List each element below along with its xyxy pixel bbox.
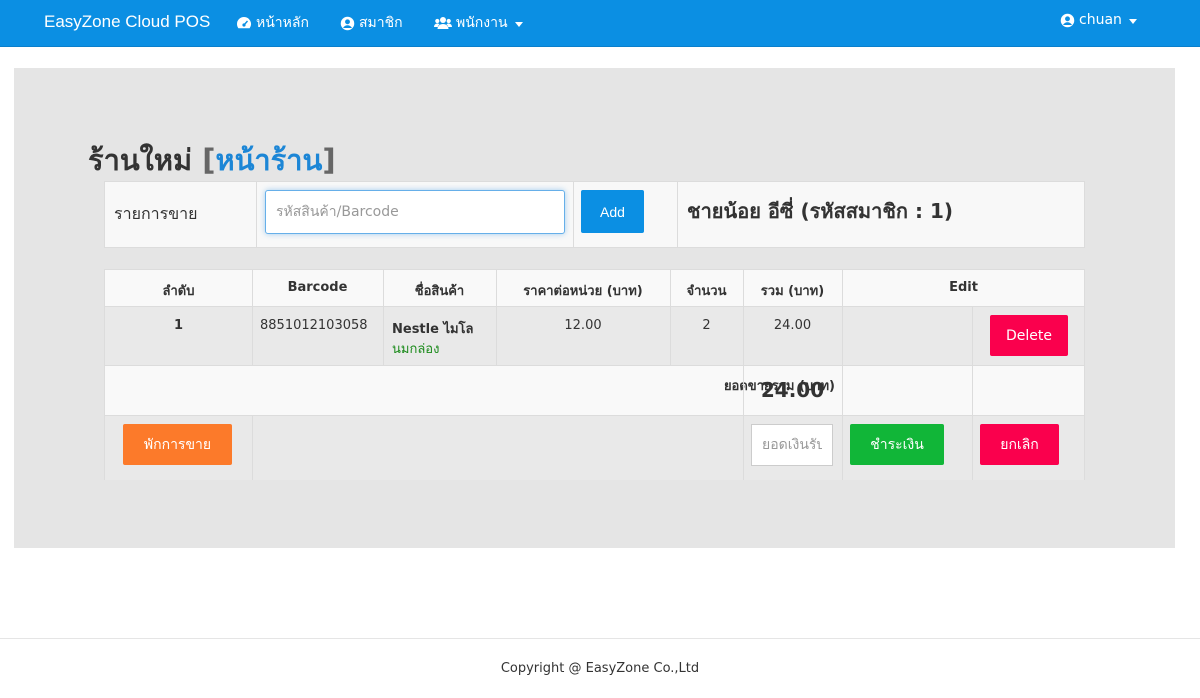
divider bbox=[842, 270, 843, 480]
brand[interactable]: EasyZone Cloud POS bbox=[44, 12, 210, 32]
dashboard-icon bbox=[237, 17, 251, 29]
page-title-close-bracket: ] bbox=[322, 143, 336, 177]
divider bbox=[496, 270, 497, 365]
nav-members-label: สมาชิก bbox=[359, 15, 403, 31]
row-product-name: Nestle ไมโล bbox=[392, 322, 474, 337]
user-menu[interactable]: chuan bbox=[1060, 12, 1137, 28]
divider bbox=[252, 416, 253, 480]
divider bbox=[252, 307, 253, 365]
grand-total-row: ยอดขายรวม (บาท) 24.00 bbox=[105, 366, 1084, 415]
page-title-open-bracket: [ bbox=[202, 143, 216, 177]
divider bbox=[670, 270, 671, 365]
footer-divider bbox=[0, 638, 1200, 639]
row-barcode: 8851012103058 bbox=[260, 318, 368, 333]
grand-total-value: 24.00 bbox=[760, 378, 825, 402]
sale-table: ลำดับ Barcode ชื่อสินค้า ราคาต่อหน่วย (บ… bbox=[104, 269, 1085, 480]
pay-button[interactable]: ชำระเงิน bbox=[850, 424, 944, 465]
col-header-barcode: Barcode bbox=[287, 280, 348, 295]
col-header-unit-price: ราคาต่อหน่วย (บาท) bbox=[523, 284, 643, 299]
add-button[interactable]: Add bbox=[581, 190, 644, 233]
row-index: 1 bbox=[173, 318, 184, 333]
col-header-name: ชื่อสินค้า bbox=[414, 284, 465, 299]
row-product-subtitle: นมกล่อง bbox=[392, 342, 440, 357]
nav-staff-label: พนักงาน bbox=[456, 15, 508, 31]
col-header-index: ลำดับ bbox=[162, 284, 195, 299]
user-circle-icon bbox=[340, 16, 355, 30]
nav-staff[interactable]: พนักงาน bbox=[434, 12, 523, 34]
delete-button[interactable]: Delete bbox=[990, 315, 1068, 356]
cancel-button[interactable]: ยกเลิก bbox=[980, 424, 1059, 465]
storefront-link[interactable]: หน้าร้าน bbox=[215, 143, 322, 177]
col-header-edit: Edit bbox=[949, 280, 978, 295]
divider bbox=[743, 270, 744, 480]
chevron-down-icon bbox=[514, 21, 523, 27]
cash-received-input[interactable] bbox=[751, 424, 833, 466]
divider bbox=[677, 182, 678, 247]
navbar: EasyZone Cloud POS หน้าหลัก สมาชิก พนักง… bbox=[0, 0, 1200, 47]
row-qty: 2 bbox=[702, 318, 711, 333]
divider bbox=[573, 182, 574, 247]
member-name: ชายน้อย อีซี่ (รหัสสมาชิก : 1) bbox=[687, 199, 953, 223]
hold-sale-button[interactable]: พักการขาย bbox=[123, 424, 232, 465]
sale-input-row: รายการขาย Add ชายน้อย อีซี่ (รหัสสมาชิก … bbox=[104, 181, 1085, 248]
sale-list-label: รายการขาย bbox=[114, 204, 198, 223]
nav-members[interactable]: สมาชิก bbox=[340, 12, 403, 34]
divider bbox=[972, 307, 973, 480]
row-unit-price: 12.00 bbox=[564, 318, 602, 333]
page-title: ร้านใหม่ [หน้าร้าน] bbox=[88, 137, 336, 183]
divider bbox=[256, 182, 257, 247]
divider bbox=[383, 270, 384, 365]
user-menu-label: chuan bbox=[1079, 12, 1122, 28]
users-icon bbox=[434, 17, 452, 29]
chevron-down-icon bbox=[1128, 18, 1137, 24]
user-circle-icon bbox=[1060, 13, 1075, 27]
nav-home-label: หน้าหลัก bbox=[256, 15, 309, 31]
footer-copyright: Copyright @ EasyZone Co.,Ltd bbox=[500, 661, 700, 676]
page-title-store: ร้านใหม่ bbox=[88, 143, 193, 177]
col-header-total: รวม (บาท) bbox=[760, 284, 825, 299]
col-header-qty: จำนวน bbox=[686, 284, 727, 299]
row-total: 24.00 bbox=[773, 318, 812, 333]
nav-home[interactable]: หน้าหลัก bbox=[236, 12, 309, 34]
barcode-input[interactable] bbox=[265, 190, 565, 234]
divider bbox=[252, 270, 253, 307]
